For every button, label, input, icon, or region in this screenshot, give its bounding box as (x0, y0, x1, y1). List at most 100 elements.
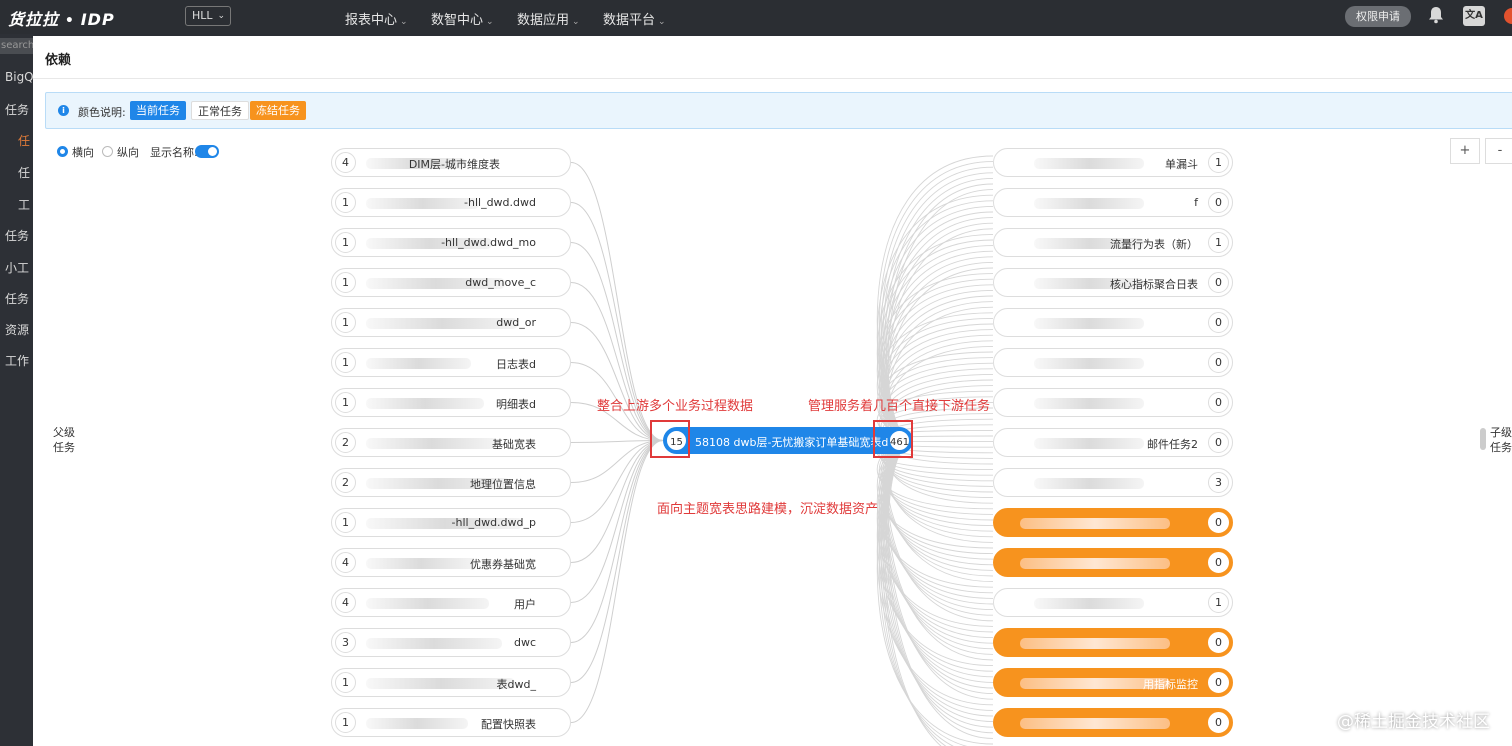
task-name: dwd_or (496, 316, 536, 329)
downstream-task-node[interactable]: 邮件任务2 0 (993, 428, 1233, 457)
task-dependency-count[interactable]: 0 (1208, 432, 1229, 453)
upstream-highlight-box (650, 420, 690, 458)
task-name: 地理位置信息 (470, 478, 536, 491)
sidebar-item-bigquery[interactable]: BigQ (5, 70, 34, 84)
downstream-task-node[interactable]: 0 (993, 388, 1233, 417)
sidebar-item-resources[interactable]: 资源 (5, 321, 29, 338)
downstream-task-node[interactable]: 3 (993, 468, 1233, 497)
menu-data-application[interactable]: 数据应用 ⌄ (517, 9, 580, 28)
sidebar-item-workflow[interactable]: 工作 (5, 352, 29, 369)
upstream-task-node[interactable]: 1 -hll_dwd.dwd_p (331, 508, 571, 537)
current-task-label: 58108 dwb层-无忧搬家订单基础宽表dw (695, 436, 898, 449)
upstream-task-node[interactable]: 1 配置快照表 (331, 708, 571, 737)
redacted-text (1034, 318, 1144, 329)
task-name: 邮件任务2 (1147, 438, 1198, 451)
downstream-task-node[interactable]: 0 (993, 348, 1233, 377)
redacted-text (366, 558, 476, 569)
downstream-task-node[interactable]: 0 (993, 308, 1233, 337)
task-dependency-count[interactable]: 1 (1208, 152, 1229, 173)
task-dependency-count[interactable]: 0 (1208, 712, 1229, 733)
chevron-down-icon: ⌄ (658, 17, 666, 27)
upstream-task-node[interactable]: 1 明细表d (331, 388, 571, 417)
task-dependency-count[interactable]: 1 (1208, 592, 1229, 613)
sidebar-search-input[interactable]: search... (0, 38, 34, 54)
redacted-text (1020, 558, 1170, 569)
upstream-task-node[interactable]: 1 dwd_move_c (331, 268, 571, 297)
task-dependency-count[interactable]: 1 (335, 232, 356, 253)
task-dependency-count[interactable]: 0 (1208, 392, 1229, 413)
task-dependency-count[interactable]: 0 (1208, 192, 1229, 213)
menu-data-intelligence[interactable]: 数智中心 ⌄ (431, 9, 494, 28)
sidebar-item-tools[interactable]: 小工 (5, 259, 29, 276)
task-dependency-count[interactable]: 1 (335, 272, 356, 293)
upstream-task-node[interactable]: 2 地理位置信息 (331, 468, 571, 497)
task-dependency-count[interactable]: 0 (1208, 312, 1229, 333)
task-dependency-count[interactable]: 1 (1208, 232, 1229, 253)
task-dependency-count[interactable]: 1 (335, 512, 356, 533)
task-dependency-count[interactable]: 1 (335, 672, 356, 693)
redacted-text (1020, 518, 1170, 529)
downstream-task-node[interactable]: 核心指标聚合日表 0 (993, 268, 1233, 297)
sidebar-subitem[interactable]: 任 (18, 164, 30, 181)
notification-bell-icon[interactable] (1428, 6, 1444, 24)
task-dependency-count[interactable]: 1 (335, 712, 356, 733)
upstream-task-node[interactable]: 4 DIM层-城市维度表 (331, 148, 571, 177)
upstream-task-node[interactable]: 1 -hll_dwd.dwd_mo (331, 228, 571, 257)
sidebar-subitem-work[interactable]: 工 (18, 196, 30, 213)
task-dependency-count[interactable]: 0 (1208, 512, 1229, 533)
app-logo[interactable]: 货拉拉 • IDP (8, 6, 115, 30)
user-avatar[interactable] (1504, 8, 1512, 24)
downstream-task-node[interactable]: 1 (993, 588, 1233, 617)
task-dependency-count[interactable]: 3 (335, 632, 356, 653)
menu-data-platform[interactable]: 数据平台 ⌄ (603, 9, 666, 28)
frozen-downstream-task-node[interactable]: 0 (993, 708, 1233, 737)
frozen-downstream-task-node[interactable]: 0 (993, 508, 1233, 537)
frozen-downstream-task-node[interactable]: 0 (993, 548, 1233, 577)
environment-select[interactable]: HLL ⌄ (185, 6, 231, 26)
upstream-task-node[interactable]: 1 表dwd_ (331, 668, 571, 697)
upstream-task-node[interactable]: 2 基础宽表 (331, 428, 571, 457)
frozen-downstream-task-node[interactable]: 0 (993, 628, 1233, 657)
task-dependency-count[interactable]: 4 (335, 592, 356, 613)
frozen-downstream-task-node[interactable]: 用指标监控 0 (993, 668, 1233, 697)
task-dependency-count[interactable]: 1 (335, 312, 356, 333)
upstream-task-node[interactable]: 1 日志表d (331, 348, 571, 377)
downstream-task-node[interactable]: 单漏斗 1 (993, 148, 1233, 177)
annotation-bottom: 面向主题宽表思路建模，沉淀数据资产 (657, 502, 879, 517)
task-dependency-count[interactable]: 0 (1208, 272, 1229, 293)
task-dependency-count[interactable]: 4 (335, 552, 356, 573)
task-dependency-count[interactable]: 4 (335, 152, 356, 173)
upstream-task-node[interactable]: 1 dwd_or (331, 308, 571, 337)
task-dependency-count[interactable]: 0 (1208, 632, 1229, 653)
permission-request-button[interactable]: 权限申请 (1345, 6, 1411, 27)
sidebar-item-tasks[interactable]: 任务 (5, 101, 29, 118)
task-dependency-count[interactable]: 0 (1208, 552, 1229, 573)
task-dependency-count[interactable]: 3 (1208, 472, 1229, 493)
dependency-modal: 依赖 i 颜色说明: 当前任务 正常任务 冻结任务 横向 纵向 显示名称: + … (33, 36, 1512, 746)
menu-report-center[interactable]: 报表中心 ⌄ (345, 9, 408, 28)
sidebar-item-task-manage[interactable]: 任务 (5, 227, 29, 244)
upstream-task-node[interactable]: 3 dwc (331, 628, 571, 657)
sidebar-subitem-active[interactable]: 任 (18, 132, 30, 149)
language-switch-icon[interactable]: 文A (1463, 6, 1485, 26)
redacted-text (1020, 718, 1170, 729)
redacted-text (366, 398, 484, 409)
task-dependency-count[interactable]: 2 (335, 432, 356, 453)
task-dependency-count[interactable]: 0 (1208, 352, 1229, 373)
task-dependency-count[interactable]: 2 (335, 472, 356, 493)
logo-text: 货拉拉 (8, 10, 60, 29)
task-dependency-count[interactable]: 1 (335, 392, 356, 413)
upstream-task-node[interactable]: 1 -hll_dwd.dwd (331, 188, 571, 217)
task-dependency-count[interactable]: 1 (335, 192, 356, 213)
task-dependency-count[interactable]: 0 (1208, 672, 1229, 693)
upstream-task-node[interactable]: 4 用户 (331, 588, 571, 617)
top-navigation-bar: 货拉拉 • IDP HLL ⌄ 报表中心 ⌄ 数智中心 ⌄ 数据应用 ⌄ 数据平台 ⌄ … (0, 0, 1512, 34)
upstream-edge (570, 440, 664, 603)
downstream-task-node[interactable]: 流量行为表（新） 1 (993, 228, 1233, 257)
sidebar-item-task-ops[interactable]: 任务 (5, 290, 29, 307)
upstream-task-node[interactable]: 4 优惠券基础宽 (331, 548, 571, 577)
upstream-edge (570, 282, 664, 441)
chevron-down-icon: ⌄ (572, 17, 580, 27)
task-dependency-count[interactable]: 1 (335, 352, 356, 373)
downstream-task-node[interactable]: f0 (993, 188, 1233, 217)
